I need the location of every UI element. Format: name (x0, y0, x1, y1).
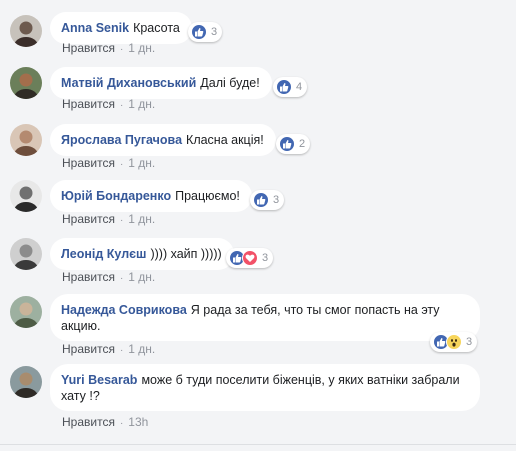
reaction-count: 2 (299, 138, 306, 150)
separator-dot: · (119, 215, 124, 226)
like-button[interactable]: Нравится (62, 41, 115, 55)
like-button[interactable]: Нравится (62, 415, 115, 429)
reaction-count: 3 (466, 336, 473, 348)
comment-timestamp[interactable]: 1 дн. (128, 212, 155, 226)
comment-timestamp[interactable]: 13h (128, 415, 148, 429)
like-button[interactable]: Нравится (62, 212, 115, 226)
comment-actions: Нравится · 1 дн. (62, 41, 155, 55)
comment-timestamp[interactable]: 1 дн. (128, 156, 155, 170)
reaction-summary[interactable]: 3 (430, 332, 478, 352)
avatar-photo (10, 180, 42, 212)
comment-bubble: Надежда Соврикова Я рада за тебя, что ты … (50, 294, 480, 341)
reaction-count: 3 (211, 26, 218, 38)
avatar-photo (10, 124, 42, 156)
comment-text: Працюємо! (175, 189, 240, 203)
avatar[interactable] (10, 180, 42, 212)
comment-bubble: Ярослава Пугачова Класна акція! (50, 124, 276, 156)
comment-actions: Нравится · 1 дн. (62, 212, 155, 226)
like-reaction-icon (253, 192, 269, 208)
comment-bubble: Матвій Дихановський Далі буде! (50, 67, 272, 99)
reaction-summary[interactable]: 3 (188, 22, 223, 42)
avatar-photo (10, 238, 42, 270)
like-reaction-icon (279, 136, 295, 152)
avatar[interactable] (10, 124, 42, 156)
comment-text: Класна акція! (186, 133, 264, 147)
comment-list: Anna Senik Красота 3 Нравится · 1 дн. Матві… (0, 0, 516, 451)
avatar-photo (10, 296, 42, 328)
avatar[interactable] (10, 238, 42, 270)
comment-bubble: Yuri Besarab може б туди поселити біженці… (50, 364, 480, 411)
comment-bubble: Юрій Бондаренко Працюємо! (50, 180, 252, 212)
comment-actions: Нравится · 1 дн. (62, 97, 155, 111)
comment-bubble: Леонід Кулєш )))) хайп ))))) (50, 238, 234, 270)
comment-text: )))) хайп ))))) (150, 247, 222, 261)
comment-bubble: Anna Senik Красота (50, 12, 192, 44)
comment-actions: Нравится · 1 дн. (62, 270, 155, 284)
like-button[interactable]: Нравится (62, 156, 115, 170)
like-reaction-icon (191, 24, 207, 40)
comment-text: Далі буде! (200, 76, 260, 90)
comment-author-link[interactable]: Надежда Соврикова (61, 303, 187, 317)
separator-dot: · (119, 100, 124, 111)
separator-dot: · (119, 418, 124, 429)
avatar[interactable] (10, 366, 42, 398)
comment-timestamp[interactable]: 1 дн. (128, 97, 155, 111)
separator-dot: · (119, 44, 124, 55)
comment-author-link[interactable]: Леонід Кулєш (61, 247, 146, 261)
comment-author-link[interactable]: Матвій Дихановський (61, 76, 196, 90)
comment-author-link[interactable]: Anna Senik (61, 21, 129, 35)
wow-reaction-icon (446, 334, 462, 350)
reaction-summary[interactable]: 2 (276, 134, 311, 154)
like-button[interactable]: Нравится (62, 97, 115, 111)
love-reaction-icon (242, 250, 258, 266)
comment-timestamp[interactable]: 1 дн. (128, 342, 155, 356)
comment-text: Красота (133, 21, 180, 35)
reaction-summary[interactable]: 3 (250, 190, 285, 210)
separator-dot: · (119, 345, 124, 356)
comment-author-link[interactable]: Юрій Бондаренко (61, 189, 171, 203)
comment-actions: Нравится · 1 дн. (62, 156, 155, 170)
separator-dot: · (119, 273, 124, 284)
like-button[interactable]: Нравится (62, 342, 115, 356)
comment-actions: Нравится · 13h (62, 415, 148, 429)
divider (0, 444, 516, 445)
like-button[interactable]: Нравится (62, 270, 115, 284)
avatar[interactable] (10, 67, 42, 99)
reaction-count: 3 (262, 252, 269, 264)
comment-author-link[interactable]: Yuri Besarab (61, 373, 137, 387)
like-reaction-icon (276, 79, 292, 95)
avatar[interactable] (10, 15, 42, 47)
comment-timestamp[interactable]: 1 дн. (128, 41, 155, 55)
reaction-count: 3 (273, 194, 280, 206)
avatar-photo (10, 366, 42, 398)
avatar-photo (10, 67, 42, 99)
reaction-summary[interactable]: 4 (273, 77, 308, 97)
avatar[interactable] (10, 296, 42, 328)
reaction-summary[interactable]: 3 (226, 248, 274, 268)
avatar-photo (10, 15, 42, 47)
comment-author-link[interactable]: Ярослава Пугачова (61, 133, 182, 147)
comment-actions: Нравится · 1 дн. (62, 342, 155, 356)
comment-timestamp[interactable]: 1 дн. (128, 270, 155, 284)
reaction-count: 4 (296, 81, 303, 93)
separator-dot: · (119, 159, 124, 170)
